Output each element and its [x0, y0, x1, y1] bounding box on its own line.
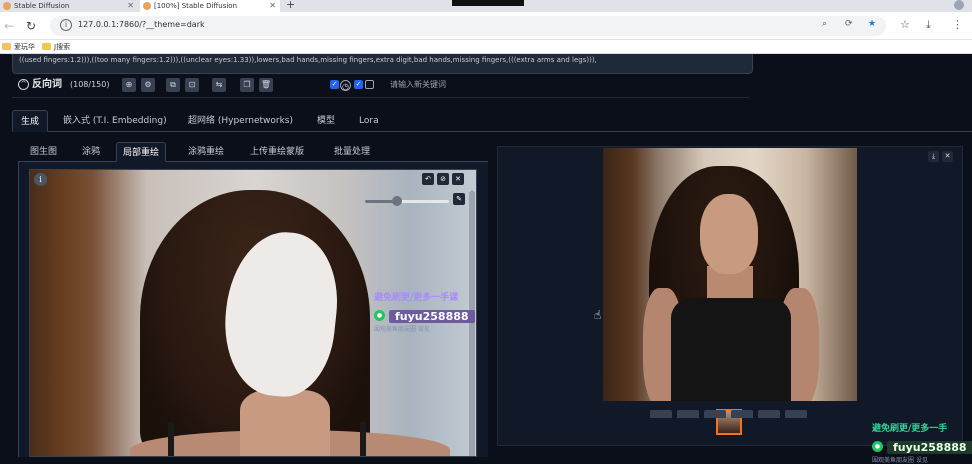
- browser-toolbar: ← ↻ i 127.0.0.1:7860/?__theme=dark ⌕ ⟳ ★…: [0, 12, 972, 40]
- inpaint-canvas[interactable]: i ↶ ⊘ ✕ ✎ 避免刷更/更多一手课 ● fuyu258888 围观美鱼朋友圈…: [29, 169, 477, 457]
- watermark: 避免刷更/更多一手课 ● fuyu258888 围观美鱼朋友圈 设见: [374, 290, 475, 333]
- new-tab-icon[interactable]: +: [286, 0, 295, 11]
- zoom-icon[interactable]: ⌕: [822, 19, 827, 29]
- wechat-icon: ●: [374, 310, 385, 321]
- settings-icon[interactable]: ⚙: [141, 78, 155, 92]
- webui-app: ((used fingers:1.2))),((too many fingers…: [0, 54, 972, 464]
- collapse-toggle-icon[interactable]: ^: [18, 79, 29, 90]
- output-action-button[interactable]: [731, 410, 753, 418]
- close-icon[interactable]: ✕: [942, 151, 953, 162]
- brush-icon[interactable]: ✎: [453, 193, 465, 205]
- bookmark-item[interactable]: J搜索: [42, 42, 70, 52]
- bookmarks-bar: 爱玩华 J搜索: [0, 40, 972, 54]
- copy-icon[interactable]: ⧉: [166, 78, 180, 92]
- watermark-line3: 围观美鱼朋友圈 设见: [374, 326, 430, 333]
- bookmark-icon[interactable]: ⊡: [185, 78, 199, 92]
- reload-icon[interactable]: ↻: [26, 18, 36, 34]
- negative-prompt-header: ^ 反向词 (108/150) ⊕ ⚙ ⧉ ⊡ ⇆ ❐ 🗑 ✓ ◷ ✓ 请输入新…: [12, 77, 749, 97]
- download-icon[interactable]: ⤓: [928, 151, 939, 162]
- info-icon[interactable]: i: [34, 173, 47, 186]
- prompt-textarea[interactable]: ((used fingers:1.2))),((too many fingers…: [12, 54, 753, 74]
- history-icon[interactable]: ◷: [340, 80, 351, 91]
- reset-icon[interactable]: ⊘: [437, 173, 449, 185]
- negative-prompt-title: 反向词: [32, 79, 62, 90]
- checkbox-enabled[interactable]: ✓: [354, 80, 363, 89]
- favicon-icon: [3, 2, 11, 10]
- tab-lora[interactable]: Lora: [351, 110, 387, 132]
- image-strap: [168, 422, 174, 456]
- address-bar[interactable]: i 127.0.0.1:7860/?__theme=dark ⌕ ⟳ ★: [50, 16, 886, 36]
- tab-hypernetworks[interactable]: 超网络 (Hypernetworks): [180, 110, 301, 132]
- output-action-button[interactable]: [677, 410, 699, 418]
- watermark-wechat-id: fuyu258888: [887, 441, 972, 454]
- watermark-id-row: ● fuyu258888: [872, 436, 972, 455]
- slider-knob[interactable]: [391, 196, 402, 206]
- output-dress: [671, 298, 791, 401]
- undo-icon[interactable]: ↶: [422, 173, 434, 185]
- output-face: [700, 194, 758, 274]
- output-panel: ⤓ ✕ 避免刷更/更多一手 ● fuyu258888 围观美鱼朋友圈 设见: [497, 146, 972, 464]
- browser-tab-title: [100%] Stable Diffusion: [154, 2, 238, 10]
- favorites-icon[interactable]: ☆: [900, 18, 910, 31]
- output-action-button[interactable]: [785, 410, 807, 418]
- tab-models[interactable]: 模型: [309, 110, 343, 132]
- checkbox-disabled[interactable]: [365, 80, 374, 89]
- checkbox-enabled[interactable]: ✓: [330, 80, 339, 89]
- profile-icon[interactable]: [954, 0, 964, 10]
- mouse-cursor-icon: ☝: [594, 308, 602, 322]
- tab-img2img[interactable]: 图生图: [24, 142, 63, 162]
- browser-tab-1[interactable]: Stable Diffusion ✕: [0, 0, 138, 12]
- tab-generate[interactable]: 生成: [12, 110, 49, 132]
- folder-icon: [2, 43, 11, 50]
- overlay-block: [452, 0, 524, 6]
- output-action-button[interactable]: [650, 410, 672, 418]
- url-text[interactable]: 127.0.0.1:7860/?__theme=dark: [78, 20, 205, 29]
- divider: [12, 97, 749, 98]
- keyword-input[interactable]: 请输入新关键词: [390, 78, 756, 92]
- translate-icon[interactable]: ⊕: [122, 78, 136, 92]
- browser-tabstrip: Stable Diffusion ✕ [100%] Stable Diffusi…: [0, 0, 972, 12]
- swap-icon[interactable]: ⇆: [212, 78, 226, 92]
- image-strap: [360, 422, 366, 456]
- img2img-sub-tabs: 图生图 涂鸦 局部重绘 涂鸦重绘 上传重绘蒙版 批量处理: [18, 142, 488, 162]
- watermark-line3: 围观美鱼朋友圈 设见: [872, 457, 928, 464]
- output-action-button[interactable]: [758, 410, 780, 418]
- tab-batch[interactable]: 批量处理: [328, 142, 376, 162]
- back-icon[interactable]: ←: [4, 18, 14, 34]
- brush-size-slider[interactable]: [365, 196, 449, 206]
- favicon-icon: [143, 2, 151, 10]
- site-info-icon[interactable]: i: [60, 19, 72, 31]
- watermark-line1: 避免刷更/更多一手课: [374, 293, 459, 303]
- duplicate-icon[interactable]: ❐: [240, 78, 254, 92]
- watermark: 避免刷更/更多一手 ● fuyu258888 围观美鱼朋友圈 设见: [872, 421, 972, 464]
- folder-icon: [42, 43, 51, 50]
- tab-embedding[interactable]: 嵌入式 (T.I. Embedding): [55, 110, 175, 132]
- close-tab-icon[interactable]: ✕: [269, 0, 276, 12]
- download-icon[interactable]: ⤓: [926, 18, 931, 32]
- token-counter: (108/150): [70, 80, 110, 89]
- watermark-id-row: ● fuyu258888: [374, 305, 475, 324]
- browser-tab-title: Stable Diffusion: [14, 2, 70, 10]
- main-tabs: 生成 嵌入式 (T.I. Embedding) 超网络 (Hypernetwor…: [12, 110, 972, 132]
- watermark-wechat-id: fuyu258888: [389, 310, 475, 323]
- output-action-button[interactable]: [704, 410, 726, 418]
- close-tab-icon[interactable]: ✕: [127, 0, 134, 12]
- menu-icon[interactable]: ⋮: [952, 18, 963, 31]
- translate-icon[interactable]: ⟳: [845, 19, 853, 29]
- bookmark-star-icon[interactable]: ★: [868, 19, 876, 29]
- clear-icon[interactable]: ✕: [452, 173, 464, 185]
- tab-inpaint-upload[interactable]: 上传重绘蒙版: [244, 142, 310, 162]
- image-neck: [240, 390, 330, 456]
- browser-tab-2[interactable]: [100%] Stable Diffusion ✕: [140, 0, 280, 12]
- tab-inpaint[interactable]: 局部重绘: [116, 142, 167, 162]
- tab-inpaint-sketch[interactable]: 涂鸦重绘: [182, 142, 230, 162]
- wechat-icon: ●: [872, 441, 883, 452]
- inpaint-panel: i ↶ ⊘ ✕ ✎ 避免刷更/更多一手课 ● fuyu258888 围观美鱼朋友圈…: [18, 162, 488, 457]
- output-image[interactable]: [603, 148, 857, 401]
- tab-sketch[interactable]: 涂鸦: [76, 142, 106, 162]
- trash-icon[interactable]: 🗑: [259, 78, 273, 92]
- bookmark-item[interactable]: 爱玩华: [2, 42, 35, 52]
- watermark-line1: 避免刷更/更多一手: [872, 424, 948, 434]
